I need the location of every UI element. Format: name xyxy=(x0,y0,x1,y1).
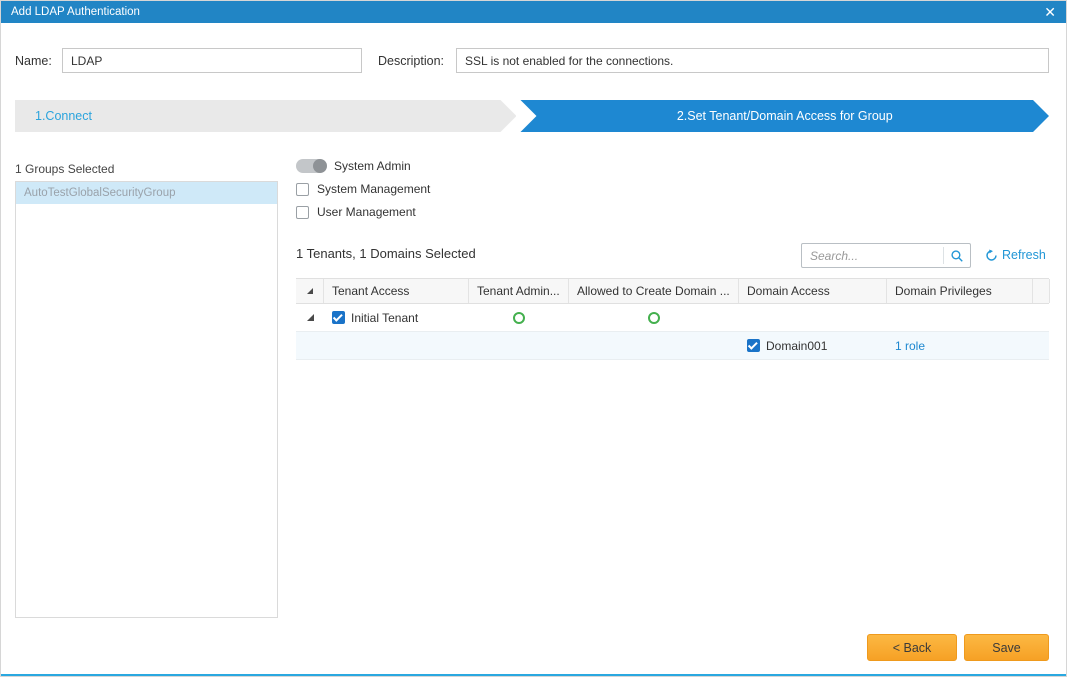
system-management-row: System Management xyxy=(296,182,430,196)
role-link[interactable]: 1 role xyxy=(895,339,925,353)
expand-all-icon xyxy=(307,288,313,294)
user-management-label: User Management xyxy=(317,205,416,219)
refresh-label: Refresh xyxy=(1002,248,1046,262)
close-icon[interactable]: ✕ xyxy=(1044,5,1056,19)
description-label: Description: xyxy=(378,54,444,68)
refresh-icon xyxy=(985,249,998,262)
tenant-admin-cell xyxy=(469,304,569,331)
step-connect[interactable]: 1.Connect xyxy=(15,100,516,132)
tenant-access-cell: Initial Tenant xyxy=(324,304,469,331)
row-expander-cell xyxy=(296,332,324,359)
selection-summary: 1 Tenants, 1 Domains Selected xyxy=(296,246,476,261)
allowed-create-domain-cell xyxy=(569,332,739,359)
col-domain-privileges[interactable]: Domain Privileges xyxy=(887,279,1033,303)
system-management-label: System Management xyxy=(317,182,430,196)
table-row: Initial Tenant xyxy=(296,304,1049,332)
collapse-all-header-cell[interactable] xyxy=(296,279,324,303)
system-admin-label: System Admin xyxy=(334,159,411,173)
col-tenant-admin[interactable]: Tenant Admin... xyxy=(469,279,569,303)
groups-selected-label: 1 Groups Selected xyxy=(15,162,114,176)
domain-access-cell: Domain001 xyxy=(739,332,887,359)
system-admin-toggle[interactable] xyxy=(296,159,326,173)
allowed-create-domain-radio[interactable] xyxy=(648,312,660,324)
step-set-tenant-domain-access-label: 2.Set Tenant/Domain Access for Group xyxy=(677,109,893,123)
step-set-tenant-domain-access[interactable]: 2.Set Tenant/Domain Access for Group xyxy=(520,100,1049,132)
name-label: Name: xyxy=(15,54,52,68)
dialog-title: Add LDAP Authentication xyxy=(11,6,140,18)
col-allowed-create-domain[interactable]: Allowed to Create Domain ... xyxy=(569,279,739,303)
domain-access-cell xyxy=(739,304,887,331)
spacer-cell xyxy=(1033,304,1049,331)
tenant-admin-radio[interactable] xyxy=(513,312,525,324)
back-button[interactable]: < Back xyxy=(867,634,957,661)
system-management-checkbox[interactable] xyxy=(296,183,309,196)
domain-privileges-cell xyxy=(887,304,1033,331)
description-input[interactable] xyxy=(456,48,1049,73)
tenant-admin-cell xyxy=(469,332,569,359)
user-management-row: User Management xyxy=(296,205,416,219)
col-spacer xyxy=(1033,279,1050,303)
step-connect-label: 1.Connect xyxy=(35,109,92,123)
search-input[interactable] xyxy=(802,249,943,263)
name-input[interactable] xyxy=(62,48,362,73)
dialog-titlebar: Add LDAP Authentication ✕ xyxy=(1,1,1066,23)
search-icon[interactable] xyxy=(943,247,970,264)
tenant-access-cell xyxy=(324,332,469,359)
allowed-create-domain-cell xyxy=(569,304,739,331)
user-management-checkbox[interactable] xyxy=(296,206,309,219)
table-empty-area xyxy=(296,360,1049,618)
table-header: Tenant Access Tenant Admin... Allowed to… xyxy=(296,278,1049,304)
search-box xyxy=(801,243,971,268)
add-ldap-authentication-dialog: Add LDAP Authentication ✕ Name: Descript… xyxy=(0,0,1067,677)
col-domain-access[interactable]: Domain Access xyxy=(739,279,887,303)
tenant-name: Initial Tenant xyxy=(351,311,418,325)
spacer-cell xyxy=(1033,332,1049,359)
tenant-access-checkbox[interactable] xyxy=(332,311,345,324)
refresh-button[interactable]: Refresh xyxy=(985,248,1046,262)
table-row: Domain001 1 role xyxy=(296,332,1049,360)
domain-access-checkbox[interactable] xyxy=(747,339,760,352)
dialog-bottom-border xyxy=(1,674,1066,676)
groups-list: AutoTestGlobalSecurityGroup xyxy=(15,181,278,618)
wizard-steps: 1.Connect 2.Set Tenant/Domain Access for… xyxy=(15,100,1049,132)
row-expander-cell[interactable] xyxy=(296,304,324,331)
toggle-knob xyxy=(313,159,327,173)
save-button[interactable]: Save xyxy=(964,634,1049,661)
collapse-row-icon xyxy=(307,314,314,321)
list-item[interactable]: AutoTestGlobalSecurityGroup xyxy=(16,182,277,204)
domain-privileges-cell: 1 role xyxy=(887,332,1033,359)
system-admin-row: System Admin xyxy=(296,159,411,173)
domain-name: Domain001 xyxy=(766,339,827,353)
col-tenant-access[interactable]: Tenant Access xyxy=(324,279,469,303)
tenant-domain-table: Tenant Access Tenant Admin... Allowed to… xyxy=(296,278,1049,618)
